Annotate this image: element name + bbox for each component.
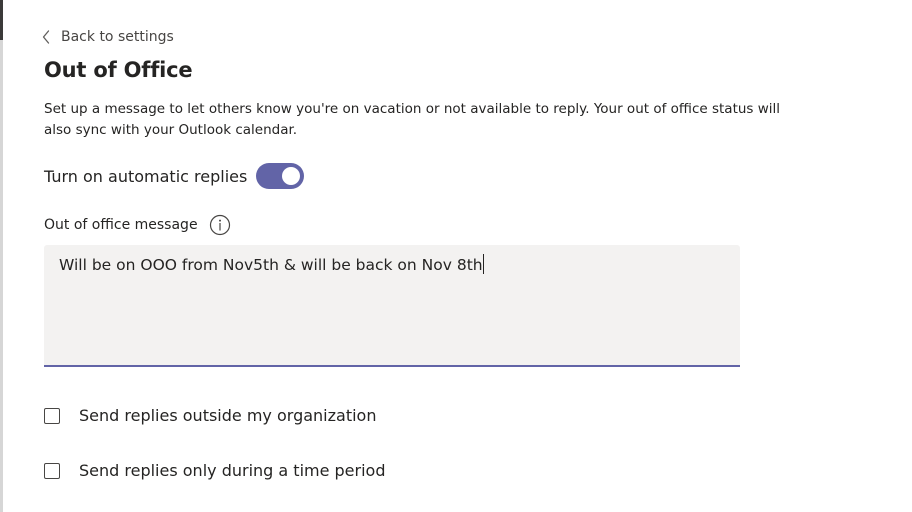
automatic-replies-label: Turn on automatic replies — [44, 166, 248, 186]
page-description: Set up a message to let others know you'… — [44, 101, 781, 138]
info-icon[interactable] — [209, 214, 231, 236]
time-period-label: Send replies only during a time period — [79, 461, 386, 480]
page-title: Out of Office — [44, 58, 193, 82]
message-label-row: Out of office message — [44, 214, 231, 236]
window-left-edge-top — [0, 0, 3, 40]
back-to-settings-link[interactable]: Back to settings — [42, 26, 174, 48]
text-caret — [482, 254, 484, 274]
outside-organization-label: Send replies outside my organization — [79, 406, 377, 425]
outside-organization-checkbox[interactable] — [44, 407, 60, 424]
automatic-replies-row: Turn on automatic replies — [44, 163, 305, 189]
out-of-office-message-input[interactable]: Will be on OOO from Nov5th & will be bac… — [44, 245, 740, 367]
window-left-edge — [0, 0, 3, 512]
message-label: Out of office message — [44, 217, 198, 233]
automatic-replies-toggle[interactable] — [256, 163, 305, 189]
message-text: Will be on OOO from Nov5th & will be bac… — [59, 256, 483, 274]
back-link-label: Back to settings — [61, 29, 174, 45]
option-outside-organization[interactable]: Send replies outside my organization — [44, 406, 376, 425]
chevron-left-icon — [42, 30, 50, 44]
time-period-checkbox[interactable] — [44, 462, 60, 479]
option-time-period[interactable]: Send replies only during a time period — [44, 461, 386, 480]
toggle-knob — [282, 167, 301, 185]
